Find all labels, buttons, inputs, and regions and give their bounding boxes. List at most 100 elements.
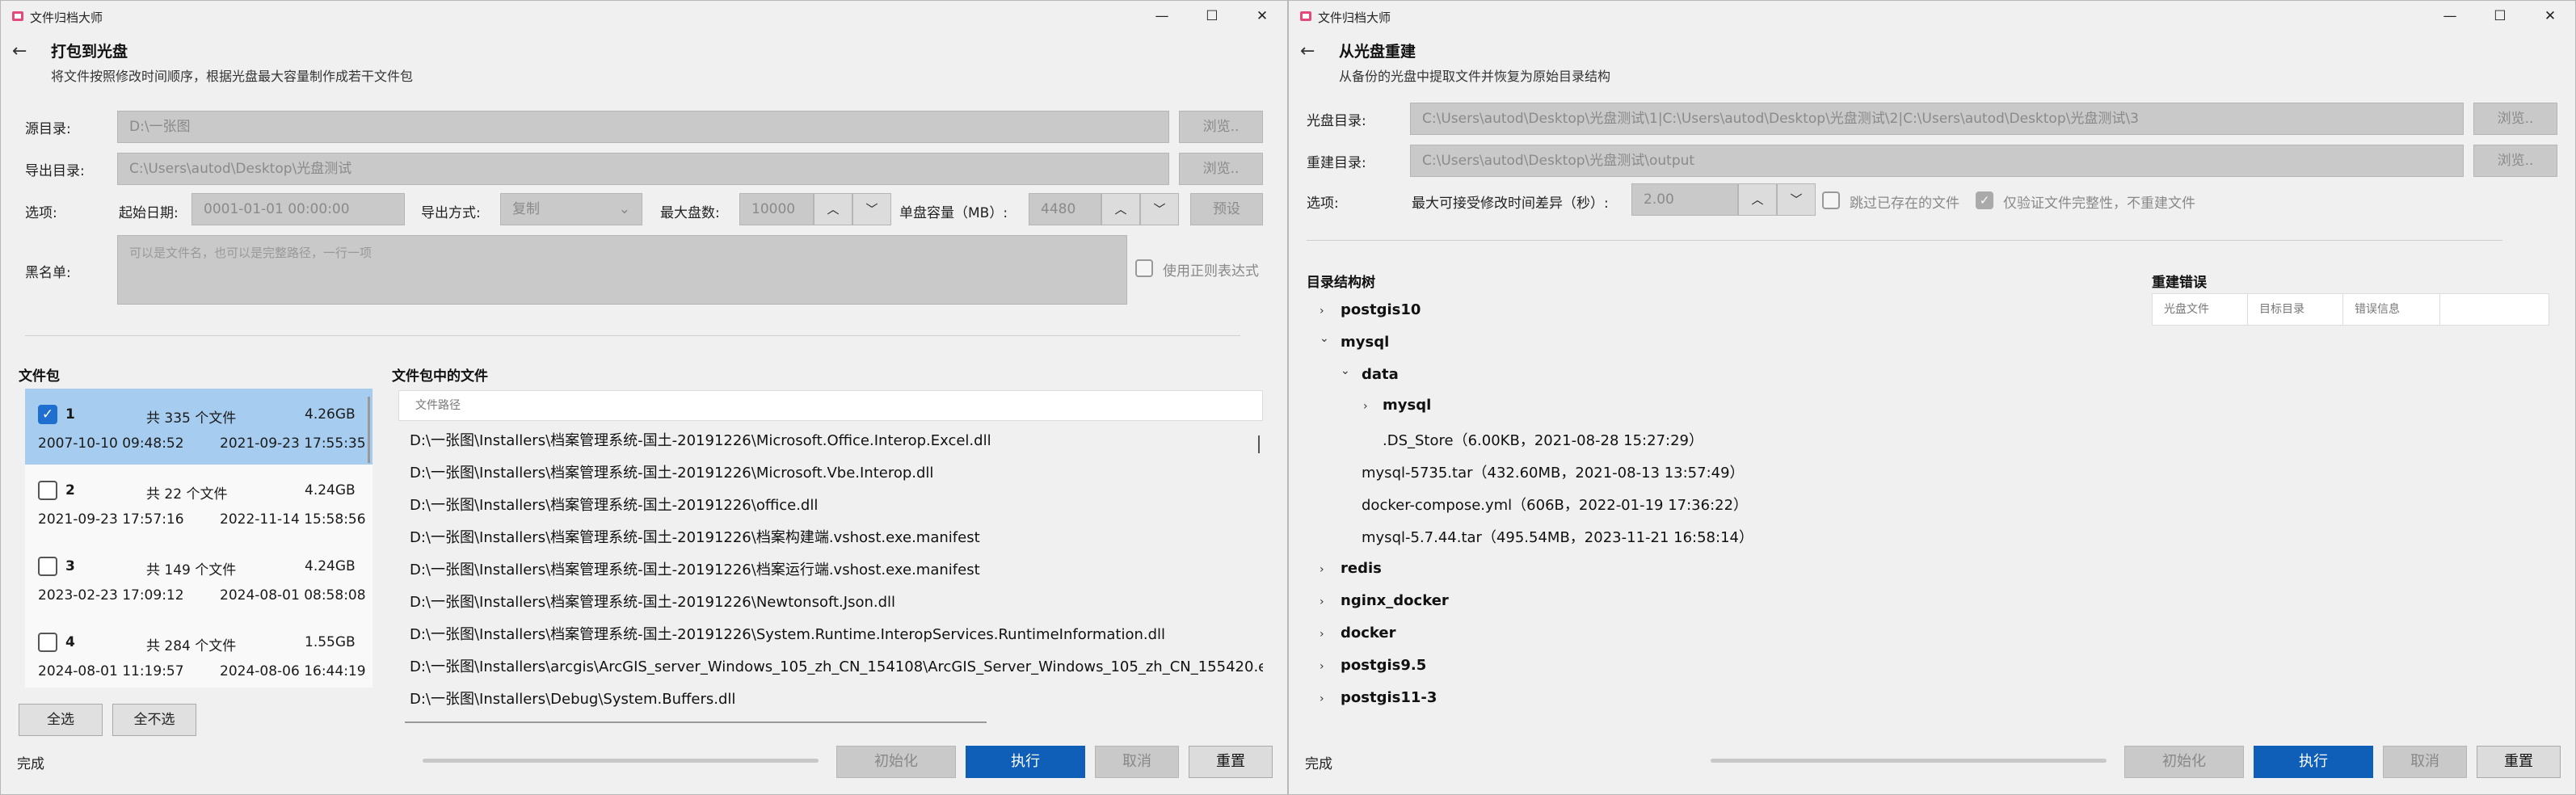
file-row[interactable]: D:\一张图\Installers\档案管理系统-国土-20191226\Sys… xyxy=(410,623,1165,644)
export-browse-button[interactable]: 浏览.. xyxy=(1179,153,1263,185)
file-row[interactable]: D:\一张图\Installers\档案管理系统-国土-20191226\Mic… xyxy=(410,429,991,450)
chevron-right-icon[interactable]: › xyxy=(1320,305,1324,318)
file-row[interactable]: D:\一张图\Installers\Debug\System.Buffers.d… xyxy=(410,688,735,709)
file-path-header[interactable]: 文件路径 xyxy=(398,390,1263,421)
file-row[interactable]: D:\一张图\Installers\档案管理系统-国土-20191226\档案构… xyxy=(410,526,980,547)
err-col-error-msg[interactable]: 错误信息 xyxy=(2343,294,2440,325)
maximize-button[interactable]: ☐ xyxy=(1187,1,1237,32)
blacklist-textarea[interactable]: 可以是文件名，也可以是完整路径，一行一项 xyxy=(117,235,1127,305)
tree-node[interactable]: mysql xyxy=(1341,334,1389,351)
tree-file[interactable]: mysql-5.7.44.tar（495.54MB，2023-11-21 16:… xyxy=(1362,526,1753,547)
close-button[interactable]: ✕ xyxy=(1237,1,1287,32)
select-all-button[interactable]: 全选 xyxy=(19,704,103,736)
export-dir-input[interactable]: C:\Users\autod\Desktop\光盘测试 xyxy=(117,153,1169,185)
disc-browse-button[interactable]: 浏览.. xyxy=(2473,103,2557,135)
time-diff-input[interactable]: 2.00 xyxy=(1631,183,1738,216)
chevron-right-icon[interactable]: › xyxy=(1320,595,1324,608)
tree-node[interactable]: nginx_docker xyxy=(1341,592,1449,609)
err-col-disc-file[interactable]: 光盘文件 xyxy=(2153,294,2248,325)
page-title: 打包到光盘 xyxy=(51,43,128,61)
package-checkbox[interactable] xyxy=(38,557,57,576)
regex-checkbox[interactable] xyxy=(1135,259,1153,277)
run-button[interactable]: 执行 xyxy=(966,746,1085,778)
page-subtitle: 从备份的光盘中提取文件并恢复为原始目录结构 xyxy=(1339,69,1611,84)
chevron-down-icon[interactable]: ⌄ xyxy=(1341,364,1350,377)
cancel-button[interactable]: 取消 xyxy=(2383,746,2467,778)
tree-file[interactable]: docker-compose.yml（606B，2022-01-19 17:36… xyxy=(1362,494,1748,515)
package-number: 1 xyxy=(65,406,75,423)
rebuild-browse-button[interactable]: 浏览.. xyxy=(2473,145,2557,177)
disc-dir-input[interactable]: C:\Users\autod\Desktop\光盘测试\1|C:\Users\a… xyxy=(1410,103,2464,135)
package-checkbox[interactable]: ✓ xyxy=(38,405,57,424)
skip-existing-checkbox[interactable] xyxy=(1822,191,1840,209)
back-arrow-icon[interactable]: ← xyxy=(1300,40,1324,64)
start-date-input[interactable]: 0001-01-01 00:00:00 xyxy=(192,193,405,225)
tree-node[interactable]: data xyxy=(1362,366,1399,383)
close-button[interactable]: ✕ xyxy=(2525,1,2575,32)
file-row[interactable]: D:\一张图\Installers\档案管理系统-国土-20191226\off… xyxy=(410,494,818,515)
package-list-scrollbar[interactable] xyxy=(368,397,370,463)
source-dir-input[interactable]: D:\一张图 xyxy=(117,111,1169,143)
time-diff-down-button[interactable]: ﹀ xyxy=(1777,183,1816,216)
package-item[interactable]: 2 共 22 个文件 4.24GB 2021-09-23 17:57:16 20… xyxy=(25,465,373,541)
tree-node[interactable]: mysql xyxy=(1383,397,1431,414)
max-discs-input[interactable]: 10000 xyxy=(739,193,814,225)
tree-file[interactable]: .DS_Store（6.00KB，2021-08-28 15:27:29） xyxy=(1383,429,1703,450)
capacity-label: 单盘容量（MB）: xyxy=(899,205,1008,221)
run-button[interactable]: 执行 xyxy=(2254,746,2373,778)
time-diff-label: 最大可接受修改时间差异（秒）: xyxy=(1412,196,1609,212)
file-row[interactable]: D:\一张图\Installers\arcgis\ArcGIS_server_W… xyxy=(410,655,1263,676)
chevron-down-icon[interactable]: ⌄ xyxy=(1320,332,1329,345)
capacity-input[interactable]: 4480 xyxy=(1029,193,1101,225)
package-item[interactable]: 3 共 149 个文件 4.24GB 2023-02-23 17:09:12 2… xyxy=(25,541,373,616)
file-row[interactable]: D:\一张图\Installers\档案管理系统-国土-20191226\New… xyxy=(410,591,895,612)
file-list-scrollbar[interactable] xyxy=(1258,435,1260,453)
capacity-up-button[interactable]: ︿ xyxy=(1101,193,1140,225)
rebuild-from-disc-window: 文件归档大师 — ☐ ✕ ← 从光盘重建 从备份的光盘中提取文件并恢复为原始目录… xyxy=(1288,0,2576,795)
select-none-button[interactable]: 全不选 xyxy=(112,704,196,736)
verify-only-label: 仅验证文件完整性，不重建文件 xyxy=(2003,196,2195,212)
capacity-down-button[interactable]: ﹀ xyxy=(1140,193,1179,225)
cancel-button[interactable]: 取消 xyxy=(1095,746,1179,778)
tree-node[interactable]: postgis9.5 xyxy=(1341,657,1426,674)
tree-node[interactable]: postgis11-3 xyxy=(1341,689,1437,706)
source-browse-button[interactable]: 浏览.. xyxy=(1179,111,1263,143)
max-discs-up-button[interactable]: ︿ xyxy=(814,193,852,225)
maximize-button[interactable]: ☐ xyxy=(2475,1,2525,32)
package-checkbox[interactable] xyxy=(38,633,57,652)
init-button[interactable]: 初始化 xyxy=(2124,746,2244,778)
app-icon xyxy=(12,11,23,21)
chevron-right-icon[interactable]: › xyxy=(1363,400,1368,413)
file-row[interactable]: D:\一张图\Installers\档案管理系统-国土-20191226\档案运… xyxy=(410,558,980,579)
verify-only-checkbox[interactable]: ✓ xyxy=(1976,191,1993,209)
package-size: 4.24GB xyxy=(305,558,356,574)
chevron-right-icon[interactable]: › xyxy=(1320,660,1324,673)
package-item[interactable]: 4 共 284 个文件 1.55GB 2024-08-01 11:19:57 2… xyxy=(25,616,373,688)
reset-button[interactable]: 重置 xyxy=(1189,746,1273,778)
rebuild-dir-input[interactable]: C:\Users\autod\Desktop\光盘测试\output xyxy=(1410,145,2464,177)
time-diff-up-button[interactable]: ︿ xyxy=(1738,183,1777,216)
package-start-date: 2023-02-23 17:09:12 xyxy=(38,587,184,604)
preset-button[interactable]: 预设 xyxy=(1190,193,1263,225)
err-col-target-dir[interactable]: 目标目录 xyxy=(2248,294,2343,325)
init-button[interactable]: 初始化 xyxy=(836,746,956,778)
package-count: 共 22 个文件 xyxy=(146,486,228,503)
tree-file[interactable]: mysql-5735.tar（432.60MB，2021-08-13 13:57… xyxy=(1362,461,1745,482)
reset-button[interactable]: 重置 xyxy=(2477,746,2561,778)
tree-node[interactable]: postgis10 xyxy=(1341,301,1421,318)
tree-node[interactable]: redis xyxy=(1341,560,1382,577)
minimize-button[interactable]: — xyxy=(2425,1,2475,32)
chevron-right-icon[interactable]: › xyxy=(1320,628,1324,641)
file-list-hscrollbar[interactable] xyxy=(405,721,987,723)
chevron-right-icon[interactable]: › xyxy=(1320,692,1324,705)
file-row[interactable]: D:\一张图\Installers\档案管理系统-国土-20191226\Mic… xyxy=(410,461,933,482)
max-discs-down-button[interactable]: ﹀ xyxy=(852,193,891,225)
minimize-button[interactable]: — xyxy=(1137,1,1187,32)
page-title: 从光盘重建 xyxy=(1339,43,1416,61)
chevron-right-icon[interactable]: › xyxy=(1320,563,1324,576)
package-checkbox[interactable] xyxy=(38,481,57,500)
export-mode-select[interactable]: 复制 ⌄ xyxy=(500,193,642,225)
back-arrow-icon[interactable]: ← xyxy=(12,40,36,64)
tree-node[interactable]: docker xyxy=(1341,625,1396,641)
package-item[interactable]: ✓ 1 共 335 个文件 4.26GB 2007-10-10 09:48:52… xyxy=(25,389,373,465)
